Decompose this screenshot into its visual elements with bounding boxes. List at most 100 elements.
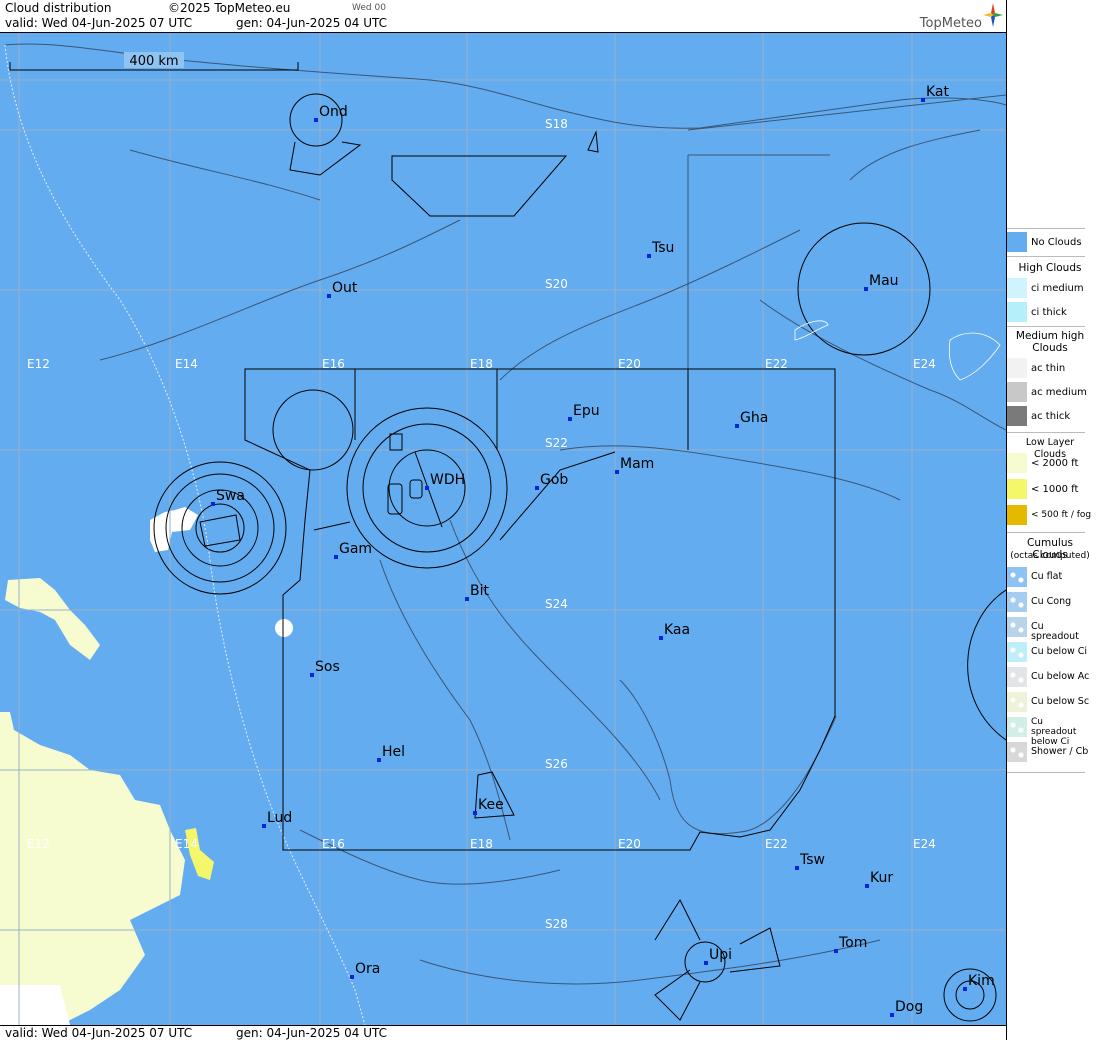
station-label: Epu	[573, 403, 600, 419]
legend-swatch	[1007, 567, 1027, 587]
station-label: Gob	[540, 472, 568, 488]
lon-label: E22	[765, 837, 788, 851]
station-marker-icon	[865, 884, 869, 888]
legend-swatch	[1007, 617, 1027, 637]
station-marker-icon	[211, 502, 215, 506]
legend-cu-6: Cu spreadout below Ci	[1007, 717, 1091, 747]
legend-swatch	[1007, 232, 1027, 252]
station-marker-icon	[465, 597, 469, 601]
station-label: Kee	[478, 797, 504, 813]
station-swa[interactable]: Swa	[211, 488, 245, 506]
station-kur[interactable]: Kur	[865, 870, 893, 888]
legend-swatch	[1007, 717, 1027, 737]
station-epu[interactable]: Epu	[568, 403, 600, 421]
station-dog[interactable]: Dog	[890, 999, 923, 1017]
cloud-map[interactable]: 400 km E12 E12 E14 E14 E16 E16 E18 E18 E20 E20 E22…	[0, 33, 1006, 1025]
station-kat[interactable]: Kat	[921, 84, 950, 102]
legend-swatch	[1007, 302, 1027, 322]
legend-swatch	[1007, 692, 1027, 712]
station-wdh[interactable]: WDH	[425, 472, 465, 490]
lon-label: E16	[322, 837, 345, 851]
legend-cu-sub: (octas computed)	[1010, 551, 1090, 561]
station-marker-icon	[327, 294, 331, 298]
legend-swatch	[1007, 667, 1027, 687]
legend-cu-2: Cu spreadout	[1007, 617, 1091, 642]
station-label: Kaa	[664, 622, 690, 638]
station-gha[interactable]: Gha	[735, 410, 768, 428]
station-label: Kat	[926, 84, 950, 100]
lat-label: S26	[545, 757, 568, 771]
station-label: Tsu	[651, 240, 674, 256]
station-mau[interactable]: Mau	[864, 273, 899, 291]
legend-high-header: High Clouds	[1018, 262, 1082, 274]
station-marker-icon	[834, 949, 838, 953]
station-sos[interactable]: Sos	[310, 659, 340, 677]
station-ora[interactable]: Ora	[350, 961, 380, 979]
station-marker-icon	[615, 470, 619, 474]
station-label: Upi	[709, 947, 732, 963]
legend-cu-0: Cu flat	[1007, 567, 1091, 589]
station-label: Dog	[895, 999, 923, 1015]
legend-cu-7: Shower / Cb	[1007, 742, 1091, 764]
station-label: Sos	[315, 659, 340, 675]
legend-ac-thick: ac thick	[1007, 406, 1091, 428]
legend-swatch	[1007, 278, 1027, 298]
station-label: Swa	[216, 488, 245, 504]
legend-low-2000: < 2000 ft	[1007, 453, 1091, 475]
station-marker-icon	[568, 417, 572, 421]
station-mam[interactable]: Mam	[615, 456, 654, 474]
lat-label: S22	[545, 436, 568, 450]
legend-ac-medium: ac medium	[1007, 382, 1091, 404]
lon-label: E20	[618, 837, 641, 851]
station-label: Lud	[267, 810, 292, 826]
legend-low-1000: < 1000 ft	[1007, 479, 1091, 501]
station-hel[interactable]: Hel	[377, 744, 405, 762]
station-tsu[interactable]: Tsu	[647, 240, 674, 258]
lon-label: E12	[27, 357, 50, 371]
legend-ci-thick: ci thick	[1007, 302, 1091, 324]
station-label: Hel	[382, 744, 405, 760]
header-bar: Cloud distribution ©2025 TopMeteo.eu Wed…	[0, 0, 1006, 33]
station-label: Out	[332, 280, 358, 296]
station-marker-icon	[795, 866, 799, 870]
map-title: Cloud distribution	[5, 1, 112, 15]
station-ond[interactable]: Ond	[314, 104, 348, 122]
station-tom[interactable]: Tom	[834, 935, 867, 953]
station-marker-icon	[473, 811, 477, 815]
valid-time: valid: Wed 04-Jun-2025 07 UTC	[5, 16, 193, 30]
station-marker-icon	[334, 555, 338, 559]
station-label: Gam	[339, 541, 372, 557]
station-out[interactable]: Out	[327, 280, 358, 298]
station-marker-icon	[262, 824, 266, 828]
brand-logo-text: TopMeteo	[919, 16, 982, 31]
station-marker-icon	[735, 424, 739, 428]
scale-label: 400 km	[129, 54, 178, 69]
station-tsw[interactable]: Tsw	[795, 852, 825, 870]
station-marker-icon	[314, 118, 318, 122]
station-label: Ora	[355, 961, 380, 977]
lon-label: E20	[618, 357, 641, 371]
lat-label: S18	[545, 117, 568, 131]
lat-label: S20	[545, 277, 568, 291]
lat-label: S24	[545, 597, 568, 611]
station-marker-icon	[425, 486, 429, 490]
station-kim[interactable]: Kim	[963, 973, 995, 991]
station-kee[interactable]: Kee	[473, 797, 504, 815]
legend-cu-4: Cu below Ac	[1007, 667, 1091, 689]
station-label: Kim	[968, 973, 995, 989]
station-lud[interactable]: Lud	[262, 810, 292, 828]
legend-medium-header: Medium high Clouds	[1015, 330, 1085, 354]
station-marker-icon	[310, 673, 314, 677]
station-gob[interactable]: Gob	[535, 472, 568, 490]
lon-label: E16	[322, 357, 345, 371]
copyright: ©2025 TopMeteo.eu	[168, 1, 291, 15]
station-marker-icon	[890, 1013, 894, 1017]
station-kaa[interactable]: Kaa	[659, 622, 690, 640]
footer-bar: valid: Wed 04-Jun-2025 07 UTC gen: 04-Ju…	[0, 1025, 1006, 1041]
station-upi[interactable]: Upi	[704, 947, 732, 965]
station-gam[interactable]: Gam	[334, 541, 372, 559]
lon-label: E22	[765, 357, 788, 371]
station-label: Mau	[869, 273, 899, 289]
day-tag: Wed 00	[352, 3, 386, 13]
legend-swatch	[1007, 592, 1027, 612]
